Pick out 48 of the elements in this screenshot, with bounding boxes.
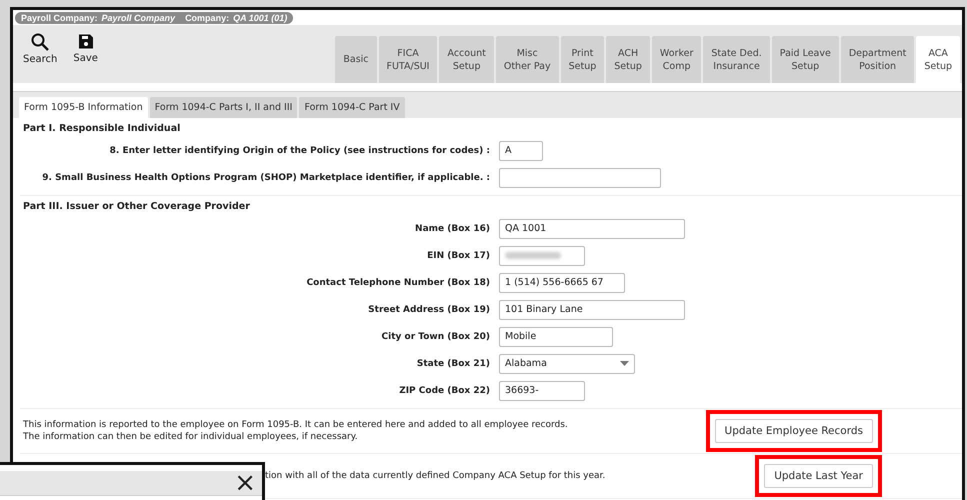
state-dropdown[interactable]: Alabama	[499, 354, 635, 374]
tab[interactable]: Form 1094-C Parts I, II and III	[150, 97, 298, 118]
search-icon	[31, 33, 50, 51]
company-value: QA 1001 (01)	[233, 13, 288, 23]
tab[interactable]: ACH Setup	[606, 36, 650, 83]
update-button[interactable]: Update Employee Records	[714, 419, 873, 443]
field-label: Street Address (Box 19)	[367, 304, 490, 314]
tab[interactable]: State Ded. Insurance	[703, 36, 770, 83]
company-label: Company:	[185, 13, 230, 23]
section-title: Part III. Issuer or Other Coverage Provider	[22, 200, 251, 214]
payroll-company-value: Payroll Company	[102, 13, 176, 23]
input-field[interactable]: 36693-	[499, 380, 585, 400]
tab[interactable]: Misc Other Pay	[496, 36, 559, 83]
input-field[interactable]	[499, 246, 585, 266]
field-label: ZIP Code (Box 22)	[398, 386, 490, 396]
caret-icon	[620, 361, 629, 366]
input-field[interactable]	[499, 168, 661, 188]
payroll-company-label: Payroll Company:	[21, 13, 98, 23]
input-field[interactable]: 101 Binary Lane	[499, 300, 685, 320]
input-field[interactable]: QA 1001	[499, 218, 685, 238]
field-label: Name (Box 16)	[414, 224, 490, 234]
save-button[interactable]: Save	[71, 33, 100, 69]
field-label: 9. Small Business Health Options Program (SHOP) Marketplace identifier, if applicable. :	[41, 172, 490, 182]
close-button[interactable]: ×	[228, 472, 262, 494]
tab[interactable]: Department Position	[840, 36, 914, 83]
field-label: State (Box 21)	[416, 358, 490, 368]
search-button[interactable]: Search	[21, 33, 60, 69]
input-field[interactable]: A	[499, 140, 543, 160]
tab[interactable]: Basic	[335, 36, 377, 83]
field-label: 8. Enter letter identifying Origin of the Policy (see instructions for codes) :	[108, 146, 490, 156]
field-label: Contact Telephone Number (Box 18)	[306, 278, 490, 288]
tab[interactable]: Account Setup	[439, 36, 494, 83]
input-field[interactable]: Mobile	[499, 326, 613, 346]
tab[interactable]: Form 1094-C Part IV	[299, 97, 405, 118]
tab[interactable]: Worker Comp	[652, 36, 702, 83]
tab[interactable]: ACA Setup	[916, 36, 960, 83]
update-button[interactable]: Update Last Year	[764, 464, 873, 488]
field-label: City or Town (Box 20)	[380, 332, 490, 342]
field-label: EIN (Box 17)	[426, 250, 490, 260]
tab[interactable]: FICA FUTA/SUI	[378, 36, 438, 83]
save-icon	[78, 33, 94, 50]
input-field[interactable]: 1 (514) 556-6665 67	[499, 272, 625, 292]
section-title: Part I. Responsible Individual	[22, 122, 182, 136]
tab[interactable]: Form 1095-B Information	[19, 97, 148, 118]
info-text: tion with all of the data currently defined Company ACA Setup for this year.	[264, 470, 606, 482]
info-text: This information is reported to the employee on Form 1095-B. It can be entered here and added to all employee records. The information can then be edited for individual employees, if necessary.	[22, 419, 568, 443]
tab[interactable]: Print Setup	[560, 36, 604, 83]
tab[interactable]: Paid Leave Setup	[772, 36, 839, 83]
